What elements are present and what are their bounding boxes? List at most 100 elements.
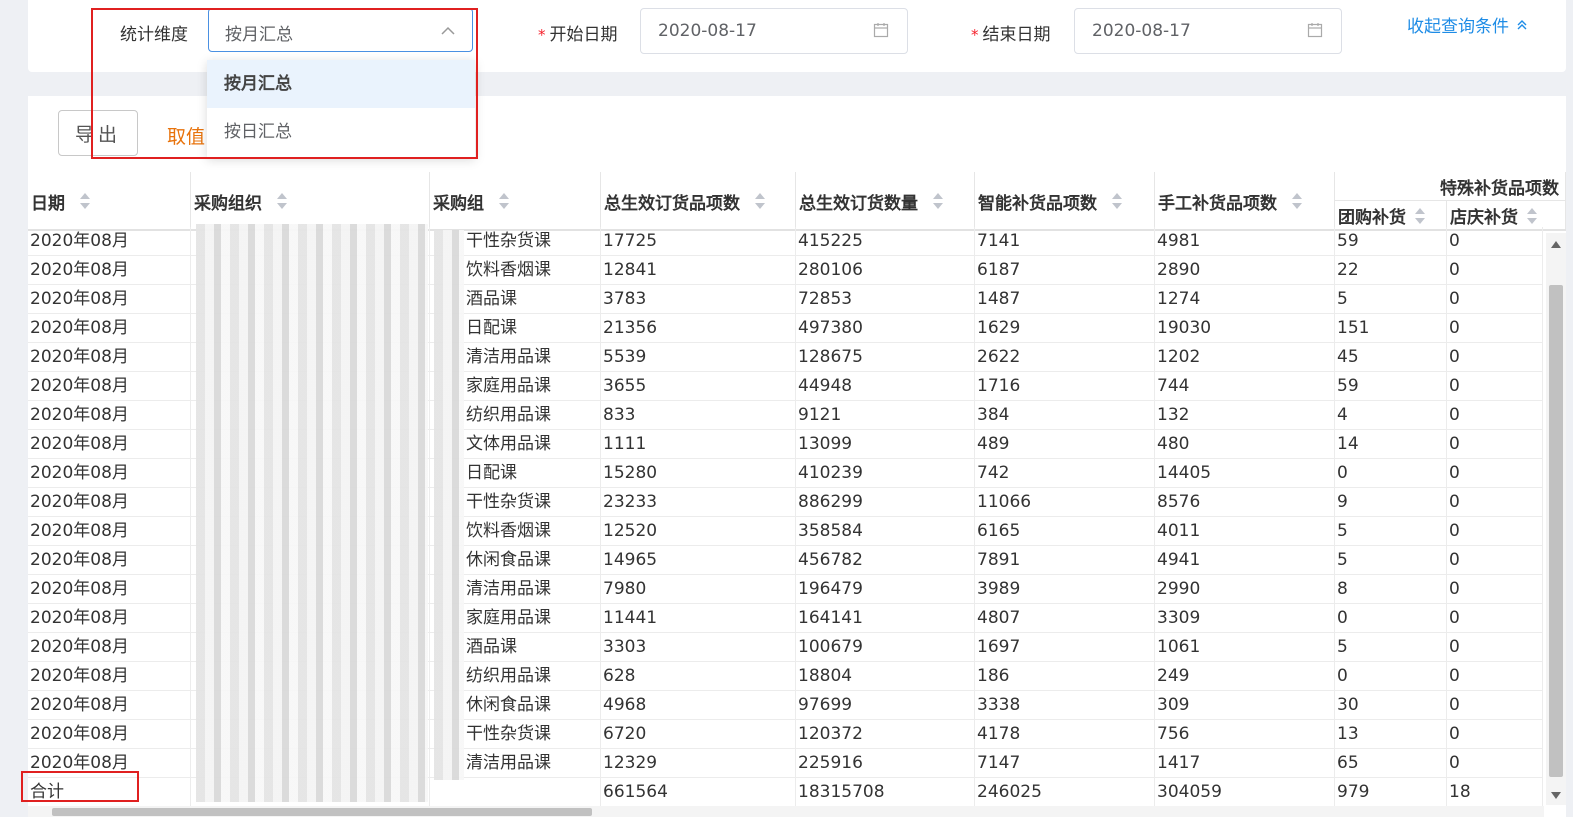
header-store-event[interactable]: 店庆补货 — [1447, 201, 1566, 230]
cell-total-items: 23233 — [601, 488, 796, 517]
header-smart-items[interactable]: 智能补货品项数 — [975, 172, 1155, 230]
header-manual-items[interactable]: 手工补货品项数 — [1155, 172, 1335, 230]
cell-smart-items: 6165 — [975, 517, 1155, 546]
sort-icon[interactable] — [1111, 193, 1123, 209]
total-empty-cell — [430, 778, 601, 807]
cell-manual-items: 2990 — [1155, 575, 1335, 604]
cell-date: 2020年08月 — [28, 459, 191, 488]
start-date-value: 2020-08-17 — [658, 21, 757, 41]
dropdown-option-daily[interactable]: 按日汇总 — [207, 108, 475, 156]
cell-store-event: 0 — [1447, 285, 1543, 314]
header-special: 特殊补货品项数 — [1335, 172, 1566, 201]
cell-group-buy: 22 — [1335, 256, 1447, 285]
horizontal-scrollbar[interactable] — [28, 806, 1544, 817]
collapse-query-link[interactable]: 收起查询条件 — [1407, 12, 1529, 37]
cell-total-items: 1111 — [601, 430, 796, 459]
cell-group-buy: 5 — [1335, 285, 1447, 314]
header-date[interactable]: 日期 — [28, 172, 191, 230]
cell-smart-items: 1629 — [975, 314, 1155, 343]
header-group-buy[interactable]: 团购补货 — [1335, 201, 1447, 230]
chevron-up-icon — [441, 26, 455, 35]
cell-manual-items: 756 — [1155, 720, 1335, 749]
cell-total-qty: 225916 — [796, 749, 975, 778]
sort-icon[interactable] — [1526, 207, 1538, 224]
cell-group-buy: 9 — [1335, 488, 1447, 517]
data-table: 日期 采购组织 采购组 总生效订货品项数 总生效订货数量 智能补货品项数 手工补… — [28, 172, 1566, 808]
cell-total-qty: 120372 — [796, 720, 975, 749]
cell-group-buy: 45 — [1335, 343, 1447, 372]
export-button[interactable]: 导出 — [58, 110, 138, 156]
cell-date: 2020年08月 — [28, 401, 191, 430]
cell-manual-items: 8576 — [1155, 488, 1335, 517]
cell-group-buy: 30 — [1335, 691, 1447, 720]
start-date-input[interactable]: 2020-08-17 — [640, 8, 908, 54]
total-total-items: 661564 — [601, 778, 796, 807]
cell-group-buy: 59 — [1335, 372, 1447, 401]
cell-smart-items: 489 — [975, 430, 1155, 459]
cell-date: 2020年08月 — [28, 256, 191, 285]
vertical-scrollbar[interactable] — [1546, 233, 1566, 805]
scroll-up-icon[interactable] — [1551, 241, 1561, 248]
cell-total-items: 14965 — [601, 546, 796, 575]
cell-manual-items: 309 — [1155, 691, 1335, 720]
cell-date: 2020年08月 — [28, 575, 191, 604]
cell-total-items: 15280 — [601, 459, 796, 488]
dropdown-option-monthly[interactable]: 按月汇总 — [207, 60, 475, 108]
cell-date: 2020年08月 — [28, 546, 191, 575]
start-date-label: * 开始日期 — [538, 25, 618, 45]
cell-date: 2020年08月 — [28, 633, 191, 662]
sort-icon[interactable] — [276, 193, 288, 209]
vertical-scroll-thumb[interactable] — [1549, 285, 1563, 777]
header-org[interactable]: 采购组织 — [191, 172, 430, 230]
cell-smart-items: 1716 — [975, 372, 1155, 401]
cell-group-buy: 5 — [1335, 546, 1447, 575]
cell-manual-items: 4981 — [1155, 227, 1335, 256]
sort-icon[interactable] — [79, 193, 91, 209]
header-group[interactable]: 采购组 — [430, 172, 601, 230]
dimension-select-value: 按月汇总 — [225, 25, 293, 45]
sort-icon[interactable] — [498, 193, 510, 209]
end-date-value: 2020-08-17 — [1092, 21, 1191, 41]
total-store-event: 18 — [1447, 778, 1543, 807]
cell-store-event: 0 — [1447, 401, 1543, 430]
cell-group-buy: 13 — [1335, 720, 1447, 749]
cell-date: 2020年08月 — [28, 517, 191, 546]
cell-total-items: 3655 — [601, 372, 796, 401]
cell-store-event: 0 — [1447, 227, 1543, 256]
cell-group-buy: 0 — [1335, 459, 1447, 488]
end-date-input[interactable]: 2020-08-17 — [1074, 8, 1342, 54]
sort-icon[interactable] — [1291, 193, 1303, 209]
sort-icon[interactable] — [754, 193, 766, 209]
scroll-down-icon[interactable] — [1551, 792, 1561, 799]
cell-date: 2020年08月 — [28, 227, 191, 256]
horizontal-scroll-thumb[interactable] — [52, 808, 592, 816]
cell-total-qty: 72853 — [796, 285, 975, 314]
required-mark: * — [538, 26, 546, 44]
cell-group-buy: 0 — [1335, 662, 1447, 691]
sort-icon[interactable] — [932, 193, 944, 209]
cell-manual-items: 14405 — [1155, 459, 1335, 488]
cell-date: 2020年08月 — [28, 662, 191, 691]
cell-manual-items: 3309 — [1155, 604, 1335, 633]
cell-store-event: 0 — [1447, 691, 1543, 720]
cell-smart-items: 186 — [975, 662, 1155, 691]
cell-manual-items: 1202 — [1155, 343, 1335, 372]
cell-store-event: 0 — [1447, 430, 1543, 459]
cell-smart-items: 11066 — [975, 488, 1155, 517]
cell-total-items: 11441 — [601, 604, 796, 633]
cell-manual-items: 4941 — [1155, 546, 1335, 575]
cell-manual-items: 132 — [1155, 401, 1335, 430]
value-link[interactable]: 取值 — [167, 122, 205, 149]
cell-store-event: 0 — [1447, 343, 1543, 372]
cell-total-qty: 497380 — [796, 314, 975, 343]
dimension-select[interactable]: 按月汇总 — [208, 8, 473, 52]
header-total-qty[interactable]: 总生效订货数量 — [796, 172, 975, 230]
header-total-items[interactable]: 总生效订货品项数 — [601, 172, 796, 230]
sort-icon[interactable] — [1414, 207, 1426, 224]
cell-smart-items: 4807 — [975, 604, 1155, 633]
total-total-qty: 18315708 — [796, 778, 975, 807]
cell-group-buy: 5 — [1335, 633, 1447, 662]
total-manual-items: 304059 — [1155, 778, 1335, 807]
cell-date: 2020年08月 — [28, 691, 191, 720]
cell-smart-items: 3338 — [975, 691, 1155, 720]
